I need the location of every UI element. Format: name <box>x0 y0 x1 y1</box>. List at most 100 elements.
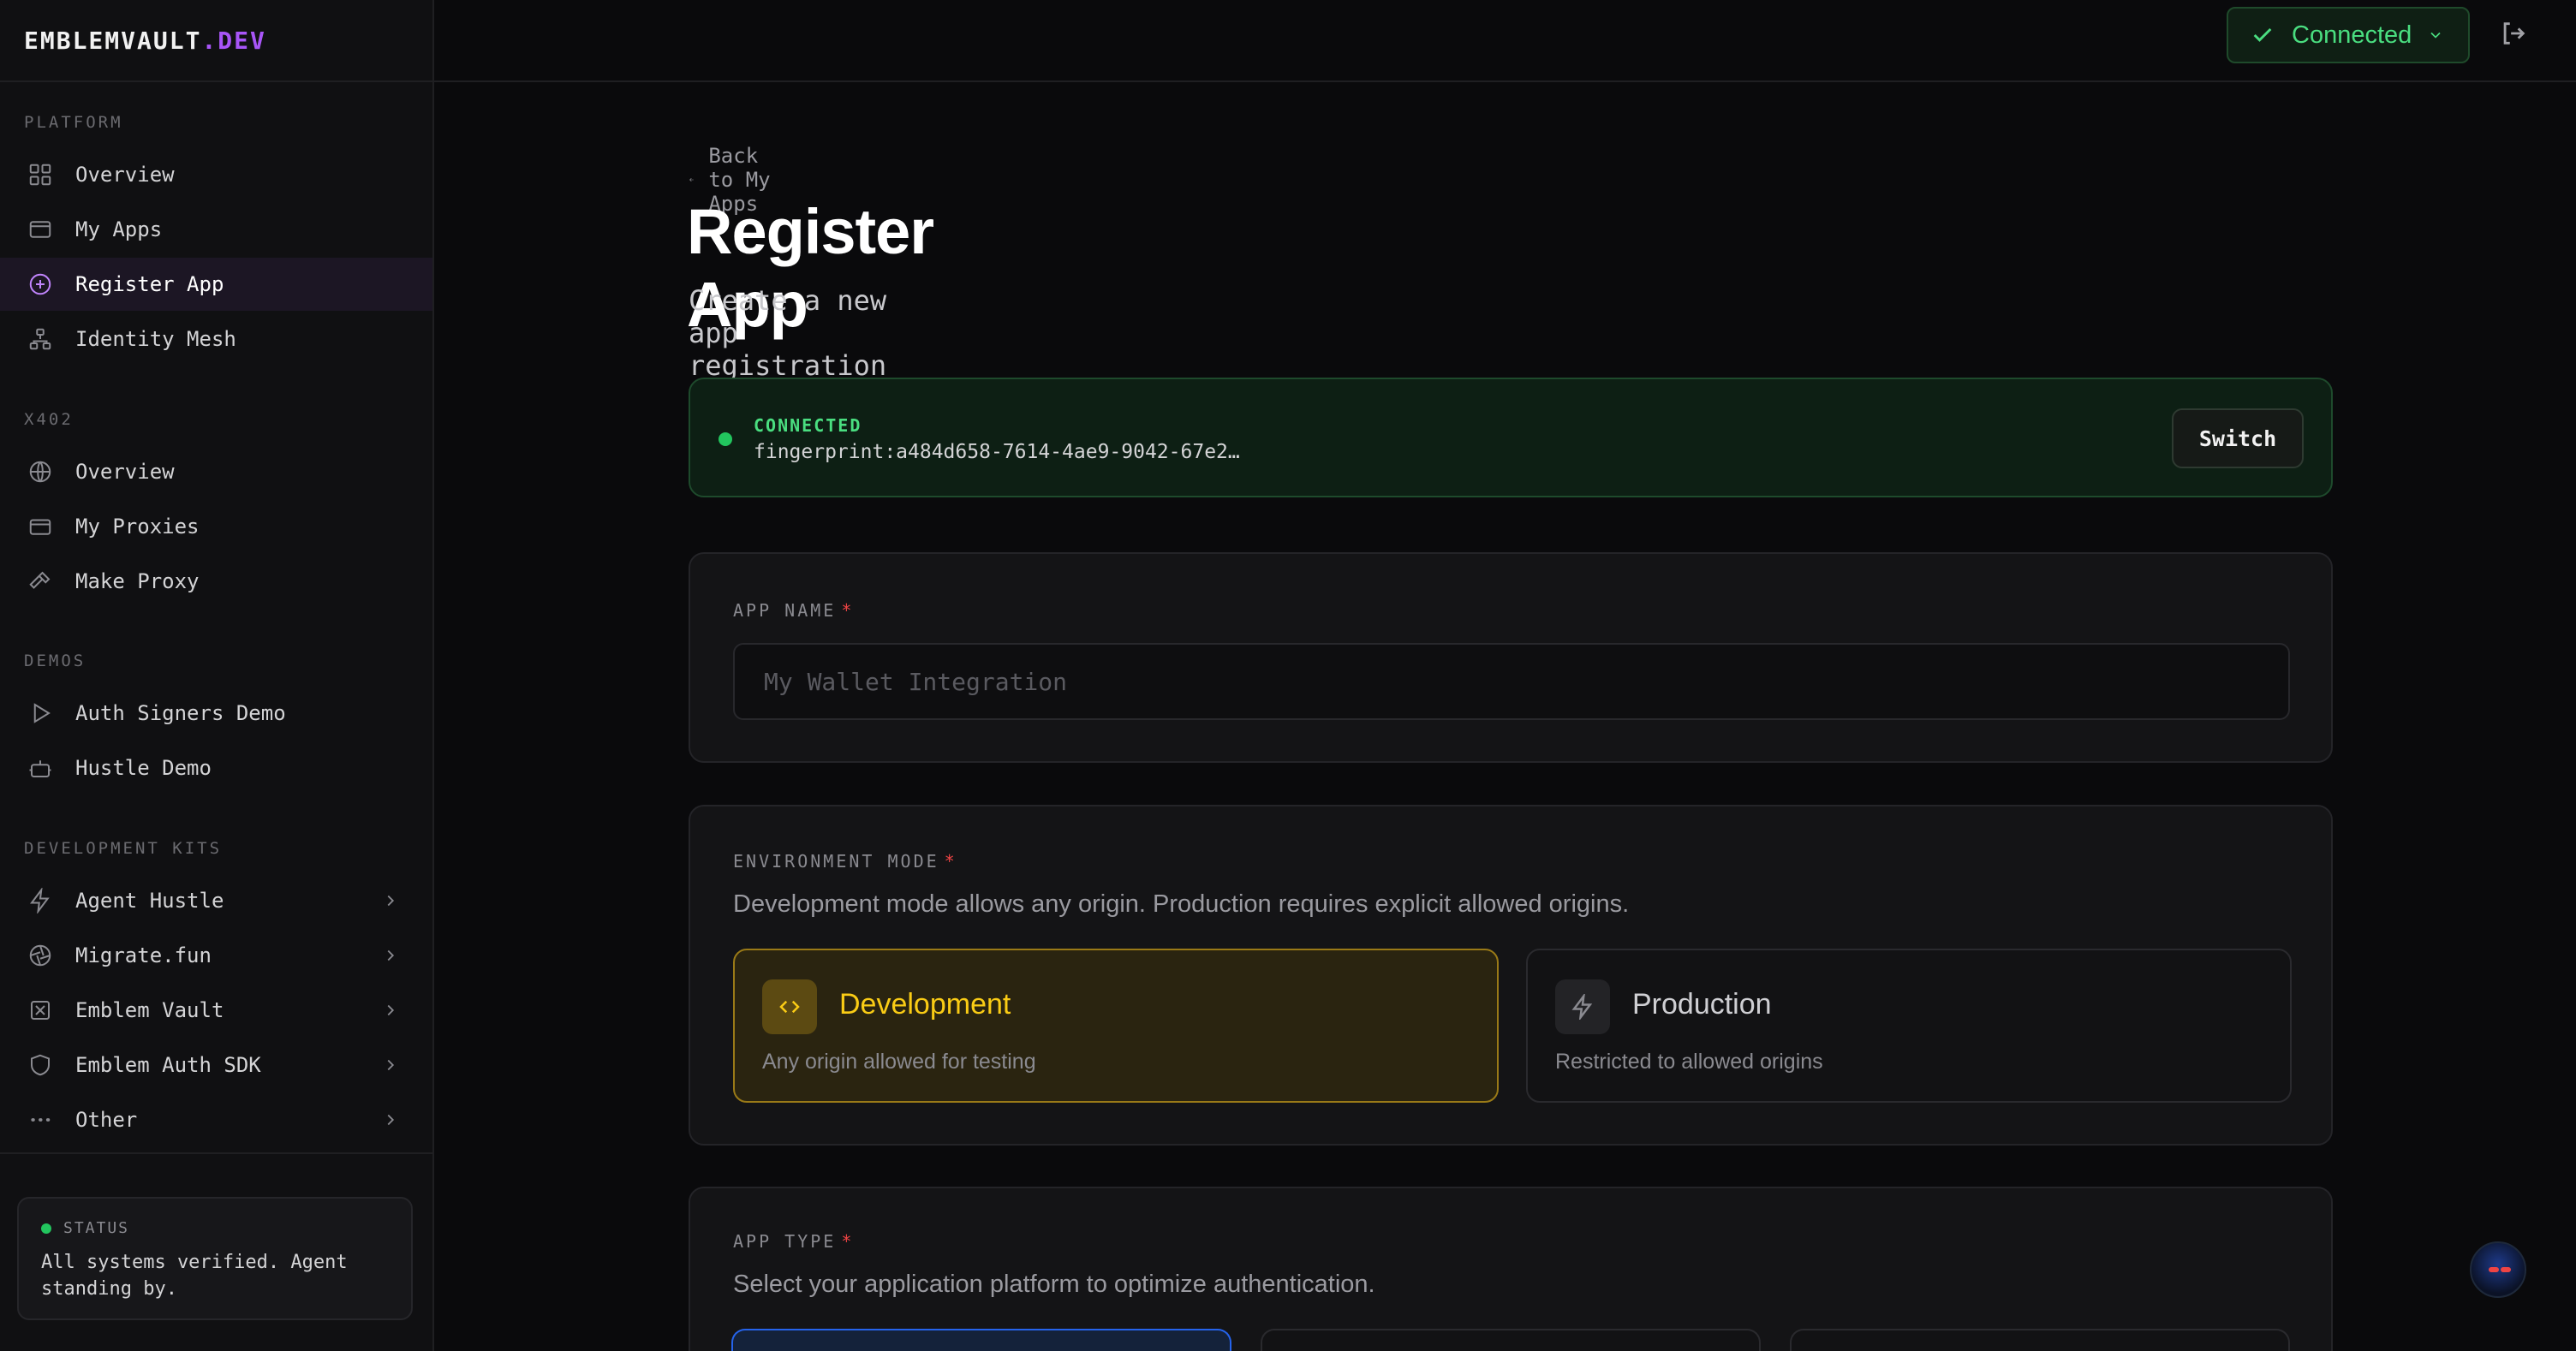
environment-mode-card: ENVIRONMENT MODE * Development mode allow… <box>689 805 2333 1146</box>
chevron-right-icon <box>381 1056 400 1074</box>
sidebar-item-label: Make Proxy <box>75 569 200 593</box>
mode-option-development[interactable]: Development Any origin allowed for testi… <box>733 949 1499 1103</box>
status-header: STATUS <box>41 1219 389 1237</box>
section-title-development-kits: DEVELOPMENT KITS <box>0 836 222 861</box>
sidebar-item-auth-signers-demo[interactable]: Auth Signers Demo <box>0 687 432 740</box>
connection-status-dot <box>719 432 732 446</box>
chevron-right-icon <box>381 1110 400 1129</box>
sidebar-item-label: Overview <box>75 163 175 187</box>
sidebar-item-label: Identity Mesh <box>75 327 236 351</box>
section-title-demos: DEMOS <box>0 648 86 674</box>
bolt-icon <box>1555 979 1610 1034</box>
section-title-x402: X402 <box>0 407 74 432</box>
check-icon <box>2253 27 2272 42</box>
sidebar-item-x402-overview[interactable]: Overview <box>0 445 432 498</box>
bot-icon <box>26 753 55 783</box>
sidebar-item-emblem-vault[interactable]: Emblem Vault <box>0 984 432 1037</box>
avatar-eye-left <box>2489 1267 2499 1272</box>
connected-label: Connected <box>2292 21 2412 49</box>
app-name-label: APP NAME * <box>733 600 854 621</box>
aperture-icon <box>26 941 55 970</box>
bolt-icon <box>26 886 55 915</box>
logout-icon <box>2503 22 2525 45</box>
connection-fingerprint: fingerprint:a484d658-7614-4ae9-9042-67e2… <box>754 441 1240 463</box>
app-name-card: APP NAME * <box>689 552 2333 763</box>
status-card: STATUS All systems verified. Agent stand… <box>17 1197 413 1320</box>
required-marker: * <box>841 1231 855 1252</box>
plus-circle-icon <box>26 270 55 299</box>
sidebar-item-agent-hustle[interactable]: Agent Hustle <box>0 874 432 927</box>
sidebar-item-label: Migrate.fun <box>75 943 212 967</box>
chevron-right-icon <box>381 1001 400 1020</box>
sidebar-item-label: My Apps <box>75 217 163 241</box>
mode-option-description: Any origin allowed for testing <box>762 1050 1036 1074</box>
sidebar-item-label: My Proxies <box>75 515 200 539</box>
brand-logo[interactable]: EMBLEMVAULT .DEV <box>0 0 432 82</box>
vault-icon <box>26 996 55 1025</box>
globe-icon <box>26 457 55 486</box>
chevron-right-icon <box>381 891 400 910</box>
connected-dropdown-button[interactable]: Connected <box>2227 7 2470 63</box>
more-icon <box>26 1105 55 1134</box>
mode-option-description: Restricted to allowed origins <box>1555 1050 1823 1074</box>
chevron-right-icon <box>381 946 400 965</box>
mode-option-title: Production <box>1632 988 1772 1021</box>
section-label: DEVELOPMENT KITS <box>24 839 223 858</box>
required-marker: * <box>944 851 957 872</box>
app-type-card: APP TYPE * Select your application platfo… <box>689 1187 2333 1351</box>
status-dot <box>41 1223 51 1234</box>
play-icon <box>26 699 55 728</box>
app-type-label-text: APP TYPE <box>733 1231 837 1252</box>
sidebar-item-identity-mesh[interactable]: Identity Mesh <box>0 312 432 366</box>
section-label: PLATFORM <box>24 113 123 132</box>
hammer-icon <box>26 567 55 596</box>
sidebar-item-my-proxies[interactable]: My Proxies <box>0 500 432 553</box>
sidebar-item-label: Emblem Auth SDK <box>75 1053 261 1077</box>
sidebar-item-migrate-fun[interactable]: Migrate.fun <box>0 929 432 982</box>
sidebar-item-label: Hustle Demo <box>75 756 212 780</box>
app-type-option-2[interactable] <box>1261 1329 1761 1351</box>
app-type-label: APP TYPE * <box>733 1231 854 1252</box>
app-name-input[interactable] <box>733 643 2290 720</box>
avatar-eye-right <box>2501 1267 2511 1272</box>
browser-window-icon <box>26 215 55 244</box>
sidebar-item-other[interactable]: Other <box>0 1093 432 1146</box>
sidebar-divider <box>0 1152 432 1154</box>
sidebar-item-emblem-auth-sdk[interactable]: Emblem Auth SDK <box>0 1039 432 1092</box>
sidebar-item-hustle-demo[interactable]: Hustle Demo <box>0 741 432 795</box>
sidebar-item-overview[interactable]: Overview <box>0 148 432 201</box>
sidebar-item-register-app[interactable]: Register App <box>0 258 432 311</box>
chevron-down-icon <box>2430 32 2441 39</box>
status-title: STATUS <box>63 1219 130 1237</box>
sidebar-item-label: Other <box>75 1108 138 1132</box>
app-type-help: Select your application platform to opti… <box>733 1271 1375 1298</box>
app-type-option-1[interactable] <box>731 1329 1231 1351</box>
sidebar-item-label: Agent Hustle <box>75 889 224 913</box>
connection-label: CONNECTED <box>754 415 862 436</box>
connection-card: CONNECTED fingerprint:a484d658-7614-4ae9… <box>689 378 2333 497</box>
network-icon <box>26 324 55 354</box>
sidebar-item-label: Register App <box>75 272 224 296</box>
environment-mode-label-text: ENVIRONMENT MODE <box>733 851 939 872</box>
environment-mode-label: ENVIRONMENT MODE * <box>733 851 957 872</box>
section-label: X402 <box>24 410 74 429</box>
mode-option-title: Development <box>839 988 1011 1021</box>
sidebar-item-my-apps[interactable]: My Apps <box>0 203 432 256</box>
section-title-platform: PLATFORM <box>0 110 123 135</box>
sidebar-item-make-proxy[interactable]: Make Proxy <box>0 555 432 608</box>
sidebar: EMBLEMVAULT .DEV PLATFORM Overview My App… <box>0 0 434 1351</box>
logout-button[interactable] <box>2499 19 2531 51</box>
mode-option-production[interactable]: Production Restricted to allowed origins <box>1526 949 2292 1103</box>
app-type-option-3[interactable] <box>1790 1329 2290 1351</box>
sidebar-item-label: Auth Signers Demo <box>75 701 286 725</box>
brand-name: EMBLEMVAULT <box>24 26 202 55</box>
status-text: All systems verified. Agent standing by. <box>41 1252 348 1300</box>
grid-icon <box>26 160 55 189</box>
card-icon <box>26 512 55 541</box>
code-icon <box>762 979 817 1034</box>
section-label: DEMOS <box>24 652 86 670</box>
arrow-left-icon <box>689 177 694 182</box>
switch-button[interactable]: Switch <box>2172 408 2304 468</box>
brand-suffix: .DEV <box>201 26 266 55</box>
assistant-avatar[interactable] <box>2470 1241 2526 1298</box>
